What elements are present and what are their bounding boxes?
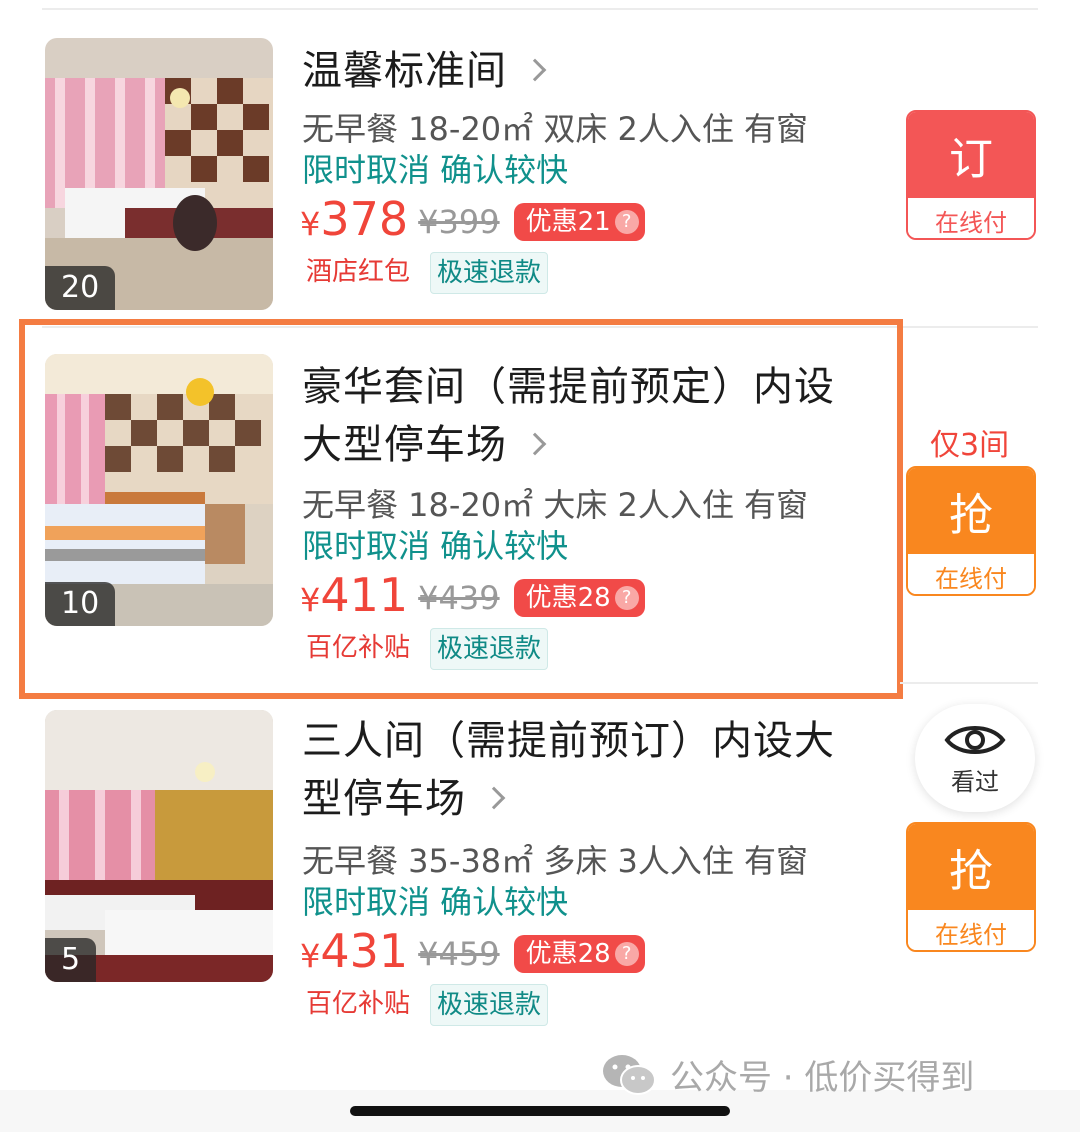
current-price: ¥378 [300,192,409,246]
room-meta: 无早餐 18-20㎡ 双床 2人入住 有窗 [302,110,809,148]
tag-subsidy: 百亿补贴 [300,984,417,1026]
wechat-icon [603,1054,656,1095]
highlight-frame [19,319,903,699]
book-button[interactable]: 订 在线付 [906,110,1036,240]
room-policy: 限时取消 确认较快 [302,883,569,921]
room-title[interactable]: 三人间（需提前预订）内设大型停车场 [302,712,842,828]
eye-icon [944,725,1006,754]
chevron-right-icon [523,58,547,82]
availability-label: 仅3间 [930,428,1010,463]
room-title[interactable]: 温馨标准间 [302,42,842,100]
discount-badge[interactable]: 优惠21? [513,202,645,241]
viewed-label: 看过 [951,767,999,796]
current-price: ¥431 [300,924,409,978]
tag-fast-refund: 极速退款 [430,252,549,294]
discount-badge[interactable]: 优惠28? [513,934,645,973]
chevron-right-icon [482,786,506,810]
original-price: ¥459 [418,934,500,973]
room-divider [900,682,1038,684]
book-button-label: 订 [908,112,1034,198]
tag-fast-refund: 极速退款 [430,984,549,1026]
viewed-history-button[interactable]: 看过 [915,704,1035,812]
grab-button-label: 抢 [908,824,1034,910]
help-icon[interactable]: ? [614,209,639,234]
room-title-text: 温馨标准间 [302,48,507,94]
tag-red: 酒店红包 [300,252,417,294]
photo-count: 20 [45,266,116,310]
room-policy: 限时取消 确认较快 [302,151,569,189]
help-icon[interactable]: ? [614,941,639,966]
watermark: 公众号 · 低价买得到 [600,1050,974,1099]
price-line: ¥378 ¥399 优惠21? [300,193,645,250]
room-title-text: 三人间（需提前预订）内设大型停车场 [302,718,835,822]
price-line: ¥431 ¥459 优惠28? [300,925,645,982]
room-tags: 百亿补贴 极速退款 [300,984,549,1026]
room-photo[interactable]: 20 [45,38,273,310]
room-card-standard[interactable]: 20 温馨标准间 无早餐 18-20㎡ 双床 2人入住 有窗 限时取消 确认较快… [0,0,1080,320]
photo-count: 5 [45,938,97,982]
pay-online-label: 在线付 [908,910,1034,950]
grab-button[interactable]: 抢 在线付 [906,822,1036,952]
pay-online-label: 在线付 [908,554,1034,594]
grab-button-label: 抢 [908,468,1034,554]
home-indicator[interactable] [350,1106,730,1116]
watermark-text: 公众号 · 低价买得到 [670,1058,975,1098]
room-photo[interactable]: 5 [45,710,273,982]
grab-button[interactable]: 抢 在线付 [906,466,1036,596]
room-tags: 酒店红包 极速退款 [300,252,549,294]
original-price: ¥399 [418,202,500,241]
pay-online-label: 在线付 [908,198,1034,238]
room-meta: 无早餐 35-38㎡ 多床 3人入住 有窗 [302,842,809,880]
